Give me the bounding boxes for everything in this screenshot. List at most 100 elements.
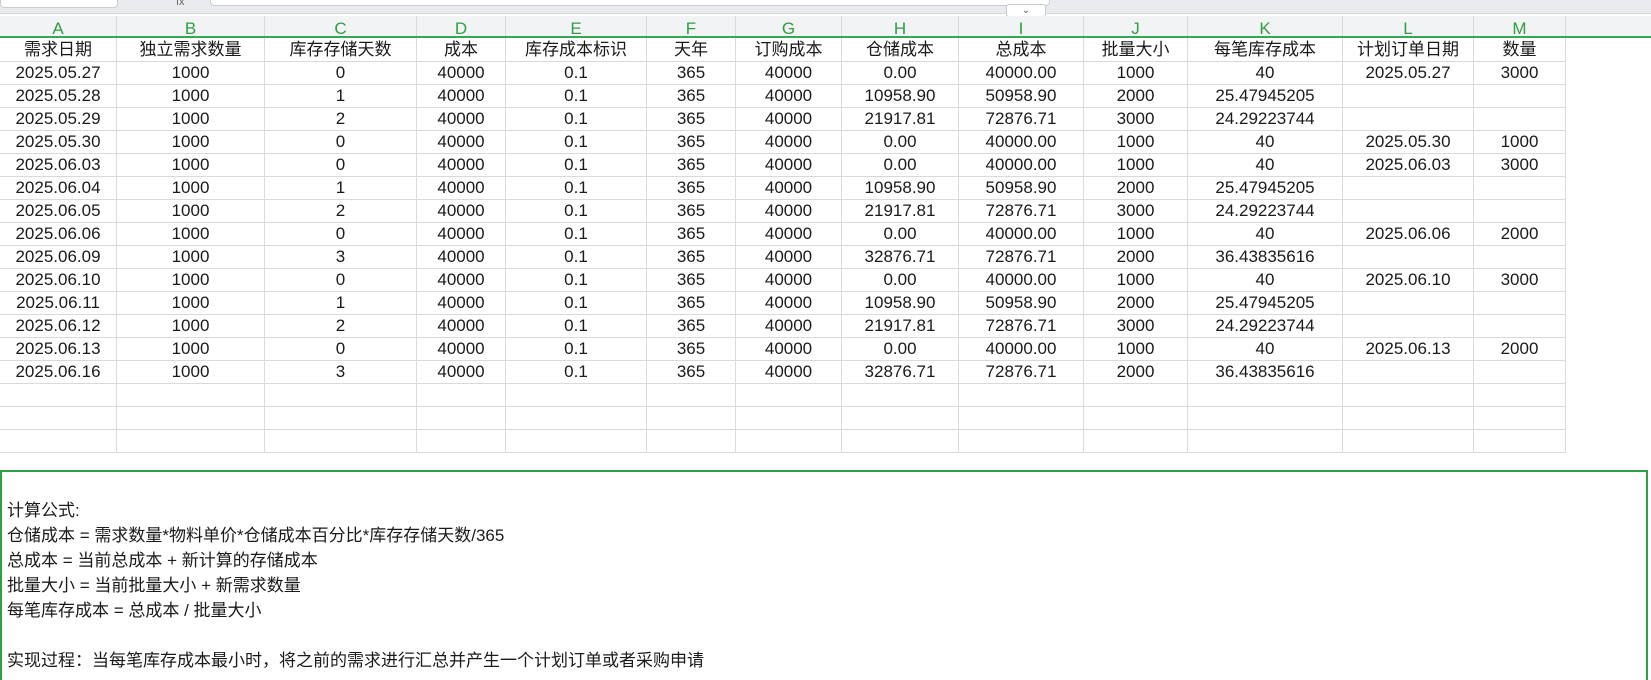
formula-input[interactable] [210,0,1050,6]
table-cell[interactable]: 0.1 [506,245,647,269]
table-cell[interactable]: 365 [647,222,736,246]
table-cell[interactable] [1474,314,1566,338]
table-cell[interactable]: 2000 [1474,222,1566,246]
table-cell[interactable]: 365 [647,314,736,338]
table-cell[interactable]: 1 [265,176,417,200]
table-cell[interactable]: 2025.05.28 [0,84,117,108]
table-cell[interactable]: 2025.06.03 [1343,153,1474,177]
column-header-h[interactable]: H [842,16,959,38]
table-cell[interactable]: 40000.00 [959,61,1084,85]
table-cell[interactable] [1343,291,1474,315]
table-cell[interactable]: 3 [265,245,417,269]
column-header-m[interactable]: M [1474,16,1566,38]
table-cell[interactable]: 10958.90 [842,291,959,315]
table-cell[interactable]: 365 [647,245,736,269]
table-cell[interactable]: 1000 [117,153,265,177]
table-cell[interactable]: 40000 [736,61,842,85]
table-cell[interactable]: 40000 [736,176,842,200]
table-cell[interactable] [0,383,117,407]
table-cell[interactable] [842,406,959,430]
header-cell[interactable]: 订购成本 [736,38,842,62]
table-cell[interactable]: 40000 [417,176,506,200]
table-cell[interactable]: 36.43835616 [1188,360,1343,384]
table-cell[interactable]: 1000 [117,268,265,292]
table-cell[interactable] [506,406,647,430]
header-cell[interactable]: 计划订单日期 [1343,38,1474,62]
table-cell[interactable]: 2025.05.30 [0,130,117,154]
table-cell[interactable] [1343,383,1474,407]
table-cell[interactable]: 365 [647,107,736,131]
table-cell[interactable]: 40000 [736,153,842,177]
table-cell[interactable]: 40000 [736,222,842,246]
table-cell[interactable]: 25.47945205 [1188,291,1343,315]
table-cell[interactable] [842,383,959,407]
table-cell[interactable]: 2025.06.05 [0,199,117,223]
table-cell[interactable]: 40000 [417,199,506,223]
column-header-g[interactable]: G [736,16,842,38]
table-cell[interactable]: 40000 [736,291,842,315]
table-cell[interactable]: 2025.06.06 [0,222,117,246]
header-cell[interactable]: 成本 [417,38,506,62]
table-cell[interactable]: 2025.05.27 [0,61,117,85]
table-cell[interactable]: 40000 [417,61,506,85]
table-cell[interactable]: 365 [647,199,736,223]
table-cell[interactable]: 2 [265,107,417,131]
column-header-j[interactable]: J [1084,16,1188,38]
table-cell[interactable] [506,429,647,453]
formula-note-textbox[interactable]: 计算公式: 仓储成本 = 需求数量*物料单价*仓储成本百分比*库存存储天数/36… [0,470,1648,680]
table-cell[interactable]: 0 [265,268,417,292]
table-cell[interactable]: 40000.00 [959,222,1084,246]
table-cell[interactable]: 2025.06.06 [1343,222,1474,246]
table-cell[interactable]: 1000 [117,107,265,131]
table-cell[interactable]: 40000.00 [959,337,1084,361]
table-cell[interactable]: 72876.71 [959,107,1084,131]
table-cell[interactable]: 40000 [736,130,842,154]
table-cell[interactable]: 365 [647,84,736,108]
table-cell[interactable]: 0.00 [842,130,959,154]
table-cell[interactable]: 40000 [736,314,842,338]
table-cell[interactable]: 0.1 [506,199,647,223]
table-cell[interactable]: 0 [265,337,417,361]
table-cell[interactable]: 0 [265,153,417,177]
header-cell[interactable]: 独立需求数量 [117,38,265,62]
table-cell[interactable]: 0.1 [506,176,647,200]
table-cell[interactable]: 3000 [1084,107,1188,131]
fx-icon[interactable]: fx [176,0,185,8]
table-cell[interactable]: 2000 [1084,245,1188,269]
table-cell[interactable] [736,383,842,407]
table-cell[interactable] [265,429,417,453]
table-cell[interactable] [1474,406,1566,430]
table-cell[interactable] [1343,84,1474,108]
column-header-i[interactable]: I [959,16,1084,38]
table-cell[interactable] [417,406,506,430]
table-cell[interactable]: 40000 [417,337,506,361]
table-cell[interactable] [1474,199,1566,223]
table-cell[interactable] [1474,245,1566,269]
table-cell[interactable]: 40000 [417,84,506,108]
table-cell[interactable]: 2000 [1084,291,1188,315]
table-cell[interactable]: 2000 [1084,360,1188,384]
table-cell[interactable]: 0.1 [506,360,647,384]
table-cell[interactable]: 40000 [417,360,506,384]
table-cell[interactable]: 40 [1188,337,1343,361]
table-cell[interactable]: 1000 [1084,130,1188,154]
table-cell[interactable]: 365 [647,337,736,361]
table-cell[interactable] [1188,406,1343,430]
table-cell[interactable]: 2 [265,199,417,223]
table-cell[interactable] [117,383,265,407]
table-cell[interactable] [0,406,117,430]
table-cell[interactable]: 1000 [117,84,265,108]
table-cell[interactable]: 1000 [117,176,265,200]
table-cell[interactable]: 40000 [736,84,842,108]
table-cell[interactable]: 1000 [1474,130,1566,154]
table-cell[interactable] [417,383,506,407]
header-cell[interactable]: 批量大小 [1084,38,1188,62]
table-cell[interactable]: 40000 [417,222,506,246]
table-cell[interactable]: 1000 [117,245,265,269]
table-cell[interactable]: 72876.71 [959,199,1084,223]
table-cell[interactable]: 3 [265,360,417,384]
table-cell[interactable]: 2025.06.13 [0,337,117,361]
table-cell[interactable]: 50958.90 [959,176,1084,200]
table-cell[interactable]: 2025.06.10 [0,268,117,292]
table-cell[interactable]: 0.1 [506,314,647,338]
